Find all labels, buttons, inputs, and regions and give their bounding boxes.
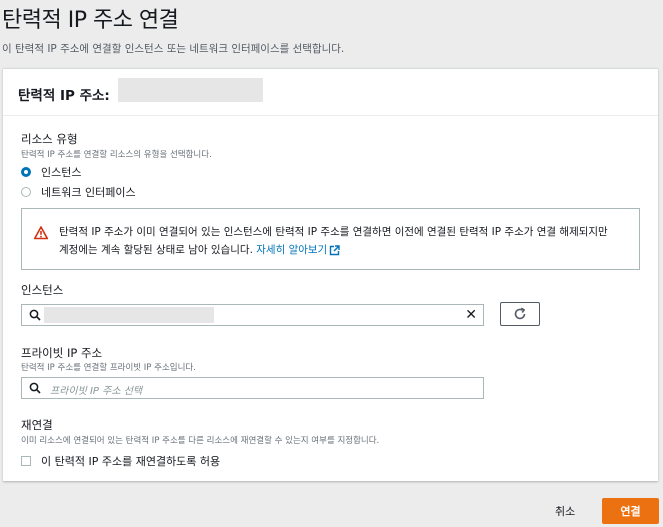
allow-reassociation-checkbox[interactable] [21, 456, 31, 466]
refresh-button[interactable] [500, 302, 540, 326]
warning-text: 탄력적 IP 주소가 이미 연결되어 있는 인스턴스에 탄력적 IP 주소를 연… [59, 223, 619, 259]
instance-search-input[interactable]: ✕ [21, 304, 484, 326]
cancel-button[interactable]: 취소 [555, 503, 575, 519]
redacted-instance-value [44, 307, 214, 323]
warning-icon [34, 226, 48, 240]
radio-instance-label: 인스턴스 [41, 166, 82, 179]
radio-network-interface-label: 네트워크 인터페이스 [41, 186, 136, 199]
refresh-icon [514, 307, 526, 320]
radio-option-network-interface[interactable]: 네트워크 인터페이스 [21, 184, 136, 200]
associate-button[interactable]: 연결 [602, 498, 659, 524]
private-ip-description: 탄력적 IP 주소를 연결할 프라이빗 IP 주소입니다. [21, 363, 196, 373]
allow-reassociation-label: 이 탄력적 IP 주소를 재연결하도록 허용 [41, 455, 221, 468]
warning-alert: 탄력적 IP 주소가 이미 연결되어 있는 인스턴스에 탄력적 IP 주소를 연… [21, 208, 640, 270]
card-header: 탄력적 IP 주소: [3, 69, 658, 116]
card-title: 탄력적 IP 주소: [18, 88, 110, 104]
associate-eip-card: 탄력적 IP 주소: 리소스 유형 탄력적 IP 주소를 연결할 리소스의 유형… [3, 68, 658, 481]
private-ip-placeholder: 프라이빗 IP 주소 선택 [50, 386, 143, 397]
radio-network-interface[interactable] [21, 187, 31, 197]
learn-more-link[interactable]: 자세히 알아보기 [256, 244, 340, 256]
learn-more-label: 자세히 알아보기 [256, 244, 328, 256]
reassociation-label: 재연결 [21, 418, 53, 432]
private-ip-select[interactable]: 프라이빗 IP 주소 선택 [21, 377, 484, 399]
page-title: 탄력적 IP 주소 연결 [2, 8, 179, 33]
instance-label: 인스턴스 [21, 283, 64, 297]
radio-instance-checked[interactable] [21, 167, 31, 177]
redacted-eip-value [118, 78, 263, 102]
search-icon [29, 382, 41, 394]
search-icon [29, 309, 41, 321]
page-description: 이 탄력적 IP 주소에 연결할 인스턴스 또는 네트워크 인터페이스를 선택합… [2, 43, 345, 55]
resource-type-label: 리소스 유형 [21, 132, 78, 146]
allow-reassociation-option[interactable]: 이 탄력적 IP 주소를 재연결하도록 허용 [21, 453, 220, 469]
reassociation-description: 이미 리소스에 연결되어 있는 탄력적 IP 주소를 다른 리소스에 재연결할 … [21, 436, 380, 446]
external-link-icon [330, 244, 340, 255]
radio-option-instance[interactable]: 인스턴스 [21, 164, 81, 180]
private-ip-label: 프라이빗 IP 주소 [21, 346, 103, 360]
resource-type-description: 탄력적 IP 주소를 연결할 리소스의 유형을 선택합니다. [21, 150, 212, 160]
clear-icon[interactable]: ✕ [465, 307, 477, 323]
